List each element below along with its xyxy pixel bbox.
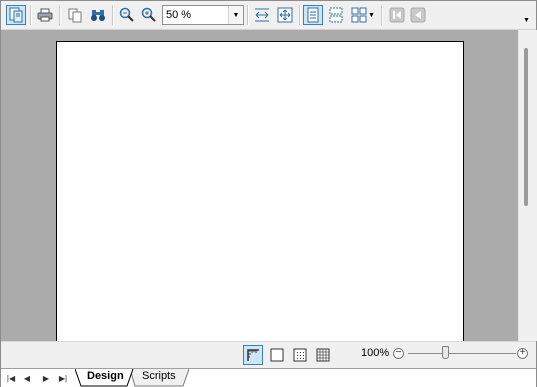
fit-page-icon	[277, 7, 293, 23]
single-page-icon	[307, 7, 319, 23]
previous-page-button[interactable]	[408, 5, 428, 25]
dot-grid-icon	[293, 348, 307, 362]
first-page-button[interactable]	[387, 5, 407, 25]
chevron-down-icon[interactable]: ▼	[228, 6, 243, 24]
multi-page-button[interactable]: ▼	[349, 5, 377, 25]
continuous-view-button[interactable]	[326, 5, 346, 25]
zoom-slider-thumb[interactable]	[442, 346, 449, 359]
ruler-icon	[247, 349, 259, 361]
report-designer-window: 50 % ▼ ▼ ▼ 100% − + |◀ ◀ ▶ ▶| Design Scr…	[0, 0, 537, 387]
zoom-slider-track[interactable]	[408, 353, 516, 354]
prev-tab-icon[interactable]: ◀	[21, 372, 33, 384]
fit-width-button[interactable]	[252, 5, 272, 25]
previous-page-icon	[410, 7, 426, 23]
no-grid-button[interactable]	[267, 345, 287, 365]
vertical-scrollbar[interactable]	[518, 30, 537, 341]
toolbar-separator	[381, 5, 383, 25]
find-button[interactable]	[88, 5, 108, 25]
design-page-icon	[9, 7, 23, 23]
first-tab-icon[interactable]: |◀	[5, 372, 17, 384]
toolbar-overflow-button[interactable]: ▼	[522, 14, 531, 24]
zoom-out-icon	[141, 7, 156, 22]
first-page-icon	[389, 7, 405, 23]
zoom-combobox-value: 50 %	[166, 9, 192, 21]
zoom-out-small-button[interactable]: −	[393, 348, 404, 359]
zoom-in-icon	[119, 7, 134, 22]
zoom-out-button[interactable]	[139, 5, 159, 25]
toolbar-separator	[59, 5, 61, 25]
copy-icon	[68, 8, 82, 23]
binoculars-icon	[91, 10, 105, 21]
scrollbar-thumb[interactable]	[524, 48, 528, 206]
toolbar-separator	[30, 5, 32, 25]
fit-page-button[interactable]	[275, 5, 295, 25]
print-button[interactable]	[35, 5, 55, 25]
toolbar-separator	[299, 5, 301, 25]
zoom-in-small-button[interactable]: +	[517, 348, 528, 359]
dropdown-arrow-icon: ▼	[368, 11, 375, 19]
grid-snap-button[interactable]	[243, 345, 263, 365]
report-page[interactable]	[56, 41, 464, 341]
chevron-down-icon: ▼	[523, 17, 530, 24]
sheet-tab-bar: |◀ ◀ ▶ ▶| Design Scripts	[1, 368, 536, 387]
toolbar-separator	[247, 5, 249, 25]
last-tab-icon[interactable]: ▶|	[57, 372, 69, 384]
line-grid-icon	[316, 348, 330, 362]
single-page-button[interactable]	[303, 5, 323, 25]
continuous-pages-icon	[329, 7, 343, 23]
toolbar-separator	[112, 5, 114, 25]
tab-scripts[interactable]: Scripts	[132, 369, 187, 385]
next-tab-icon[interactable]: ▶	[40, 372, 52, 384]
printer-icon	[37, 8, 53, 22]
multi-page-icon	[351, 7, 367, 23]
empty-square-icon	[270, 348, 284, 362]
design-mode-button[interactable]	[6, 5, 26, 25]
toolbar: 50 % ▼ ▼ ▼	[1, 1, 536, 30]
zoom-in-button[interactable]	[117, 5, 137, 25]
zoom-combobox[interactable]: 50 % ▼	[162, 5, 244, 25]
status-bar: 100% − +	[1, 341, 536, 369]
fit-width-icon	[255, 8, 269, 22]
copy-button[interactable]	[65, 5, 85, 25]
line-grid-button[interactable]	[313, 345, 333, 365]
dot-grid-button[interactable]	[290, 345, 310, 365]
design-canvas[interactable]	[1, 30, 518, 341]
zoom-percent-label: 100%	[361, 347, 390, 359]
tab-design[interactable]: Design	[77, 369, 130, 385]
